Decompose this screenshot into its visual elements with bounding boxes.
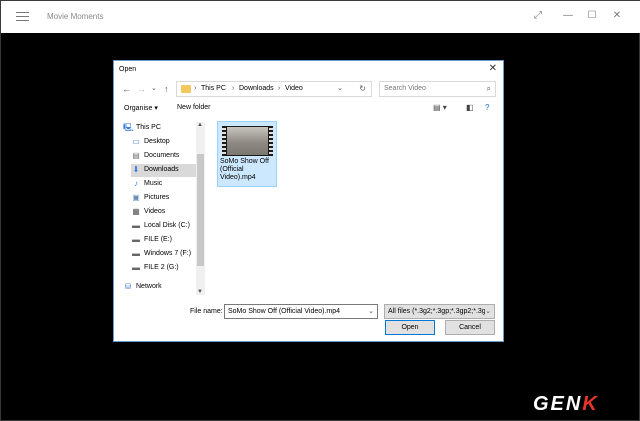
dialog-close-icon[interactable]: ✕ [489,63,497,74]
pictures-icon: ▣ [132,193,140,202]
tree-item-label: This PC [136,124,161,131]
tree-item-downloads[interactable]: ⬇ Downloads [131,164,196,177]
network-icon: ⛁ [124,282,132,291]
title-bar: Movie Moments ⤢ — ☐ ✕ [1,1,640,33]
documents-icon: ▤ [132,151,140,160]
organise-button[interactable]: Organise ▾ [124,104,158,112]
close-button[interactable]: ✕ [610,9,624,23]
tree-item-music[interactable]: ♪ Music [131,178,196,191]
tree-item-windows-7-f[interactable]: ▬ Windows 7 (F:) [131,248,196,261]
chevron-down-icon[interactable]: ⌄ [368,307,374,315]
breadcrumb-separator-icon: › [278,85,281,92]
tree-item-network[interactable]: ⛁ Network [123,281,196,294]
genk-logo: GENK [533,393,599,416]
tree-item-label: Network [136,283,162,290]
folder-icon [181,85,191,93]
breadcrumb-separator-icon: › [232,85,235,92]
file-name-row: File name: SoMo Show Off (Official Video… [114,304,503,320]
open-dialog: Open ✕ ← → ⌄ ↑ › This PC › Downloads › V… [113,60,504,342]
breadcrumb-this-pc[interactable]: This PC [201,85,226,92]
back-arrow-icon[interactable]: ← [122,84,131,94]
file-type-value: All files (*.3g2;*.3gp;*.3gp2;*.3g [388,308,486,315]
tree-item-label: FILE (E:) [144,236,173,243]
app-window: Movie Moments ⤢ — ☐ ✕ Open ✕ ← → ⌄ ↑ › T… [0,0,640,421]
up-arrow-icon[interactable]: ↑ [164,84,169,94]
navigation-scrollbar[interactable]: ▲ ▼ [196,122,205,295]
desktop-icon: ▭ [132,137,140,146]
maximize-button[interactable]: ☐ [585,9,599,23]
search-placeholder: Search Video [384,85,426,92]
scrollbar-thumb[interactable] [197,154,204,266]
open-button[interactable]: Open [385,320,435,335]
file-name-label: SoMo Show Off (Official Video).mp4 [220,158,269,181]
breadcrumb-video[interactable]: Video [285,85,303,92]
search-input[interactable]: Search Video ⌕ [379,81,496,97]
download-icon: ⬇ [132,165,140,174]
tree-item-desktop[interactable]: ▭ Desktop [131,136,196,149]
refresh-icon[interactable]: ↻ [359,84,366,93]
address-dropdown-icon[interactable]: ⌄ [337,84,343,92]
tree-item-label: Windows 7 (F:) [144,250,192,257]
drive-icon: ▬ [132,249,140,258]
music-icon: ♪ [134,179,138,188]
app-title: Movie Moments [47,12,104,21]
tree-item-this-pc[interactable]: 🖳 This PC [123,122,196,135]
file-list: SoMo Show Off (Official Video).mp4 [208,119,501,297]
search-icon: ⌕ [486,84,491,93]
dialog-title: Open [119,66,137,73]
tree-item-documents[interactable]: ▤ Documents [131,150,196,163]
drive-icon: ▬ [132,221,140,230]
file-type-select[interactable]: All files (*.3g2;*.3gp;*.3gp2;*.3g ⌄ [384,304,495,319]
help-icon[interactable]: ? [485,103,489,112]
tree-item-file-2-g[interactable]: ▬ FILE 2 (G:) [131,262,196,275]
tree-item-local-disk-c[interactable]: ▬ Local Disk (C:) [131,220,196,233]
tree-item-label: Music [144,180,163,187]
file-name-input[interactable]: SoMo Show Off (Official Video).mp4 ⌄ [224,304,378,319]
view-options-icon[interactable]: ▤ ▾ [433,103,447,112]
file-name-label: File name: [190,308,223,315]
video-thumbnail-icon [222,126,273,156]
tree-item-label: Desktop [144,138,170,145]
minimize-button[interactable]: — [561,9,575,23]
address-bar[interactable]: › This PC › Downloads › Video ⌄ ↻ [176,81,372,97]
tree-item-label: Pictures [144,194,170,201]
drive-icon: ▬ [132,263,140,272]
tree-item-videos[interactable]: ▦ Videos [131,206,196,219]
chevron-down-icon[interactable]: ⌄ [485,307,491,315]
tree-item-label: FILE 2 (G:) [144,264,179,271]
computer-icon: 🖳 [123,123,134,132]
hamburger-menu-icon[interactable] [16,12,29,22]
tree-item-label: Videos [144,208,166,215]
navigation-pane: 🖳 This PC ▭ Desktop ▤ Documents ⬇ Downlo… [123,122,196,297]
dialog-toolbar: Organise ▾ New folder ▤ ▾ ◧ ? [114,101,503,117]
navigation-bar: ← → ⌄ ↑ › This PC › Downloads › Video ⌄ … [114,81,503,99]
cancel-button[interactable]: Cancel [445,320,495,335]
preview-pane-icon[interactable]: ◧ [466,103,474,112]
breadcrumb-separator-icon: › [194,85,197,92]
logo-text: GEN [533,393,583,415]
tree-item-label: Local Disk (C:) [144,222,190,229]
file-item[interactable]: SoMo Show Off (Official Video).mp4 [217,121,277,187]
drive-icon: ▬ [132,235,140,244]
tree-item-label: Downloads [144,166,179,173]
videos-icon: ▦ [132,207,140,216]
scroll-down-icon[interactable]: ▼ [197,289,203,295]
new-folder-button[interactable]: New folder [177,104,210,111]
tree-item-label: Documents [144,152,180,159]
forward-arrow-icon[interactable]: → [137,84,146,94]
fullscreen-icon[interactable]: ⤢ [531,9,545,23]
tree-item-file-e[interactable]: ▬ FILE (E:) [131,234,196,247]
scroll-up-icon[interactable]: ▲ [197,122,203,128]
tree-item-pictures[interactable]: ▣ Pictures [131,192,196,205]
logo-accent: K [582,393,599,415]
file-name-value: SoMo Show Off (Official Video).mp4 [228,308,341,315]
breadcrumb-downloads[interactable]: Downloads [239,85,274,92]
recent-dropdown-icon[interactable]: ⌄ [151,84,157,92]
